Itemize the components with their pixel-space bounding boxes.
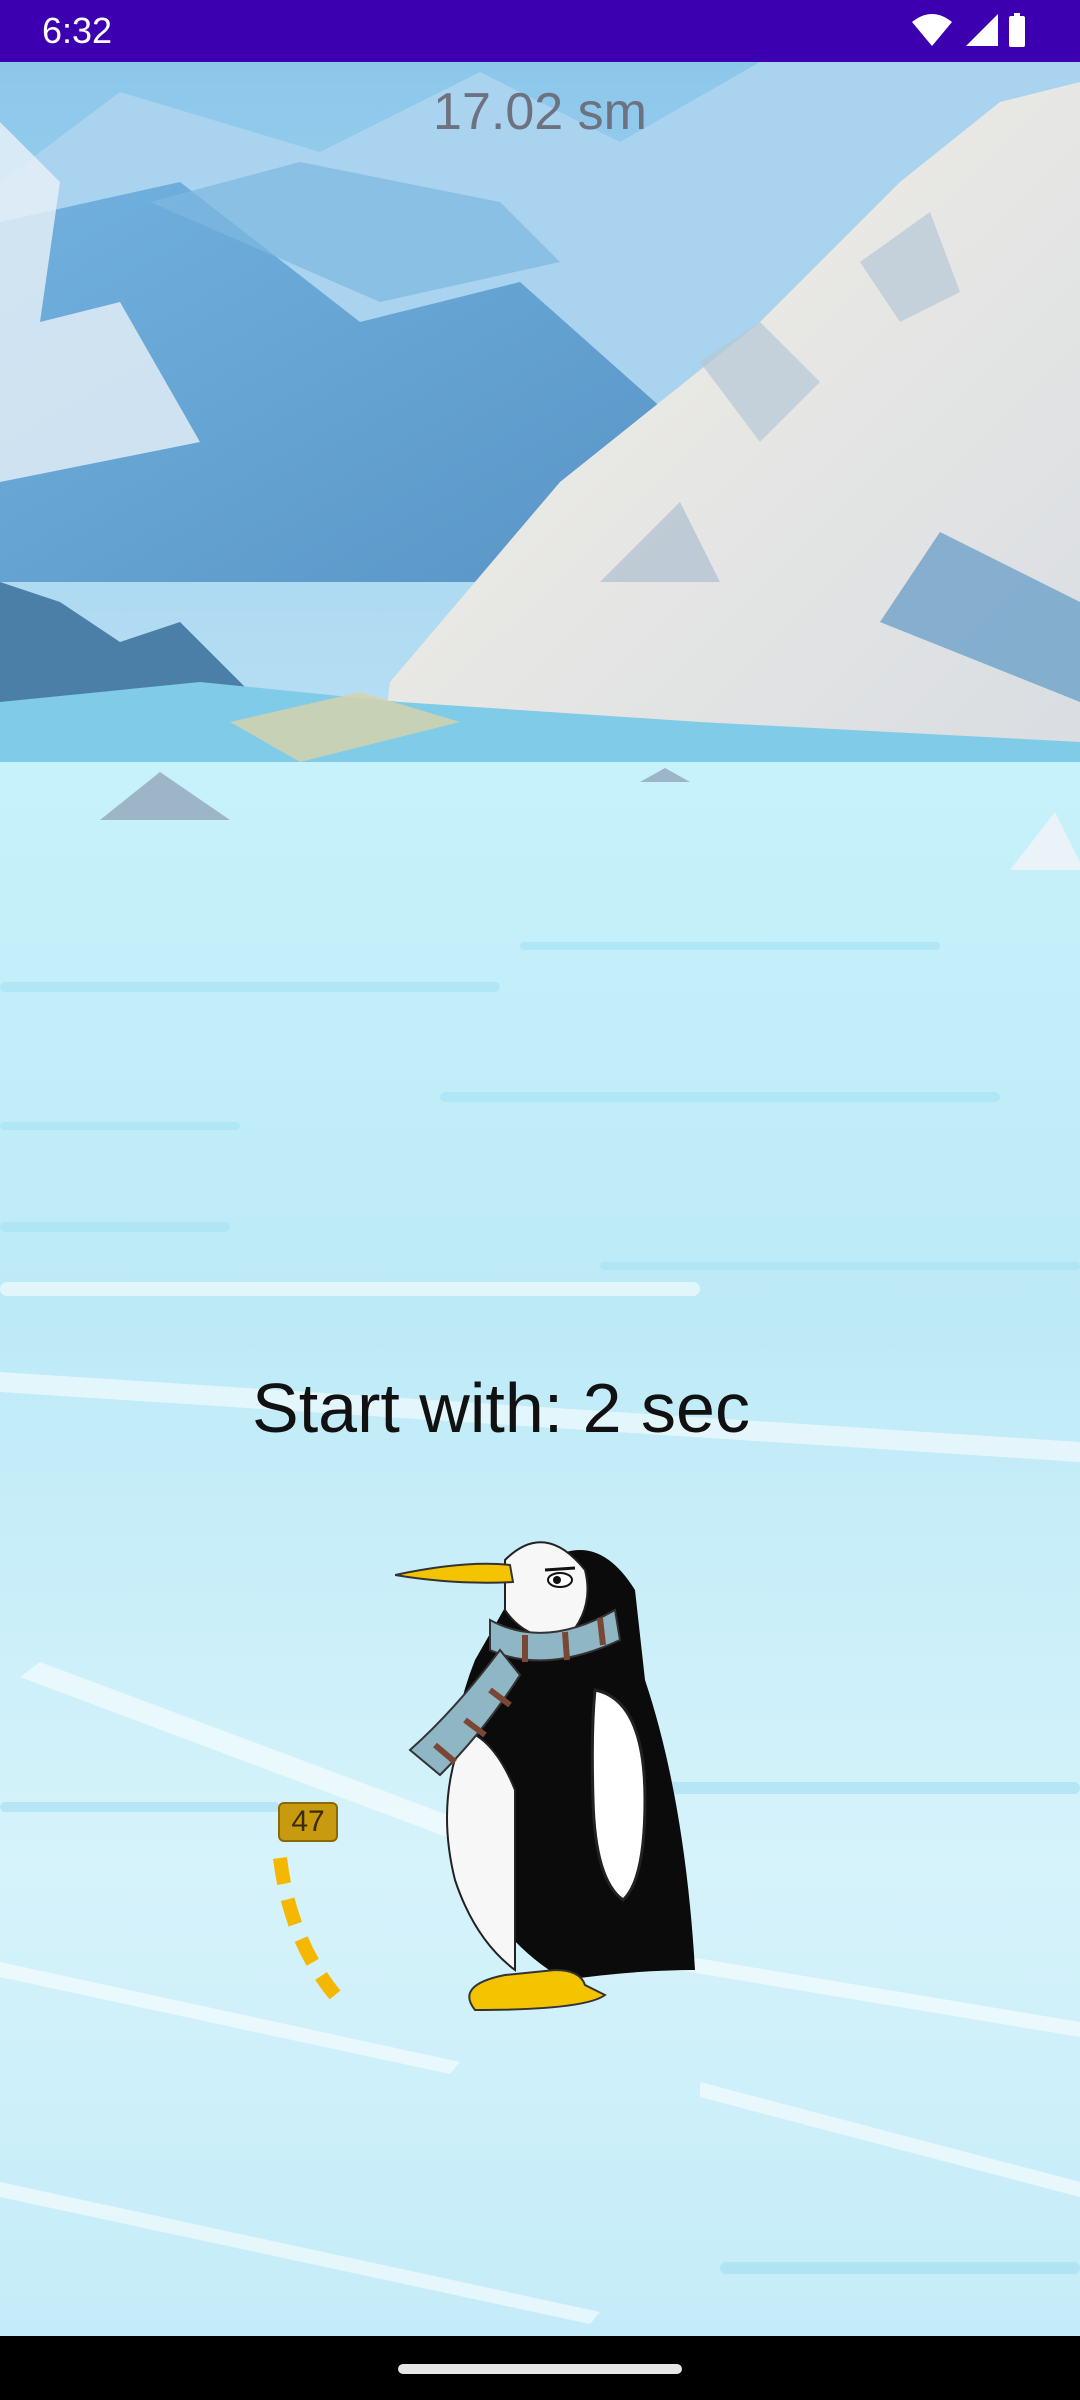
throw-power-badge: 47 [278,1802,338,1842]
navigation-bar [0,2336,1080,2400]
home-indicator[interactable] [398,2364,682,2374]
battery-icon [1009,13,1025,47]
wifi-icon [912,14,952,46]
start-countdown-text: Start with: 2 sec [252,1369,750,1447]
status-icons [912,13,1025,47]
game-screen: 6:32 17.02 sm Start with: 2 sec 47 [0,0,1080,2400]
aim-trajectory [273,1857,341,2000]
status-bar: 6:32 [0,0,1080,62]
signal-icon [966,14,998,46]
status-time: 6:32 [42,10,113,51]
distance-readout: 17.02 sm [433,83,647,141]
penguin-character[interactable] [395,1500,705,2020]
